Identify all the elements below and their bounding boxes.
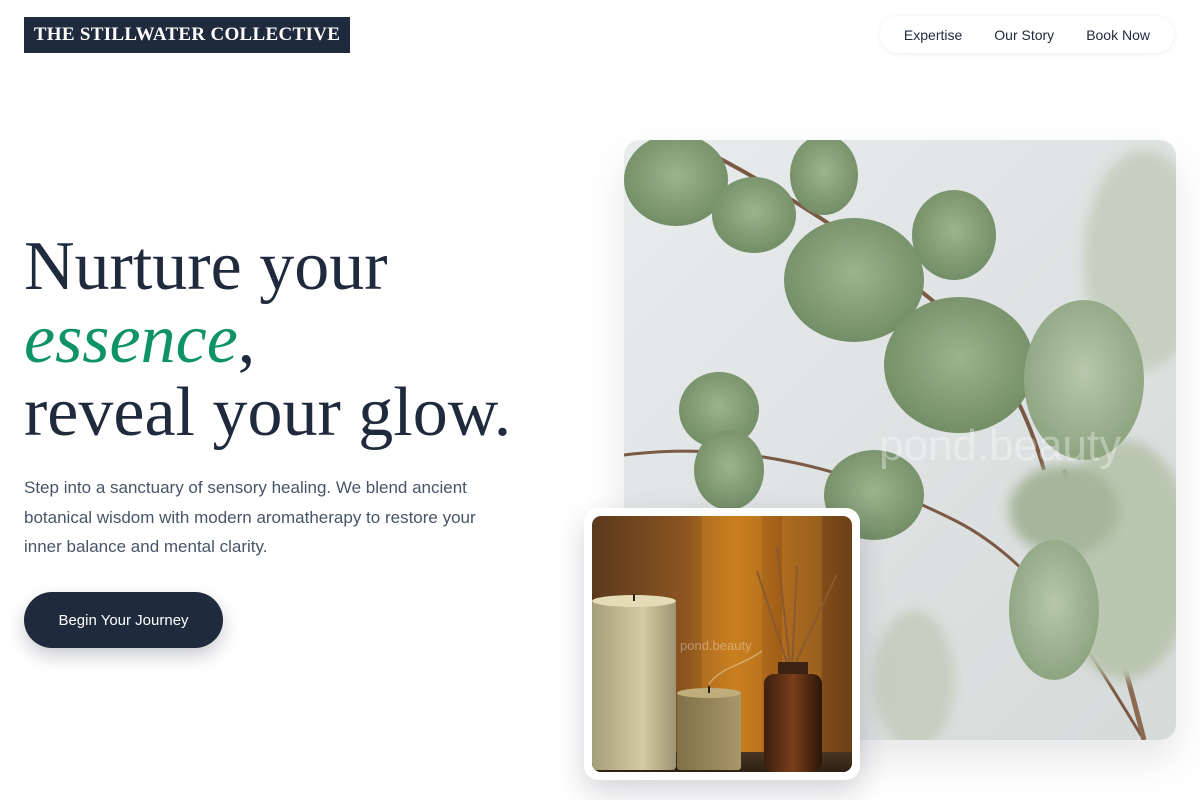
nav-link-expertise[interactable]: Expertise [888,27,978,43]
nav-link-our-story[interactable]: Our Story [978,27,1070,43]
candle-photo-card: pond.beauty [584,508,860,780]
brand-logo[interactable]: THE STILLWATER COLLECTIVE [24,17,350,53]
headline-line-1: Nurture your [24,228,388,305]
card-photo-watermark: pond.beauty [680,638,752,653]
nav-link-book-now[interactable]: Book Now [1070,27,1166,43]
main-photo-watermark: pond.beauty [879,421,1121,470]
headline-line-2: essence, [24,303,584,376]
headline-accent-word: essence [24,301,238,378]
hero-description: Step into a sanctuary of sensory healing… [24,478,476,556]
headline-accent-comma: , [237,301,256,378]
candle-photo: pond.beauty [592,516,852,772]
hero-headline: Nurture your essence, reveal your glow. [24,230,584,449]
headline-line-3: reveal your glow. [24,374,512,451]
begin-journey-button[interactable]: Begin Your Journey [24,592,223,648]
main-nav: Expertise Our Story Book Now [879,16,1174,53]
